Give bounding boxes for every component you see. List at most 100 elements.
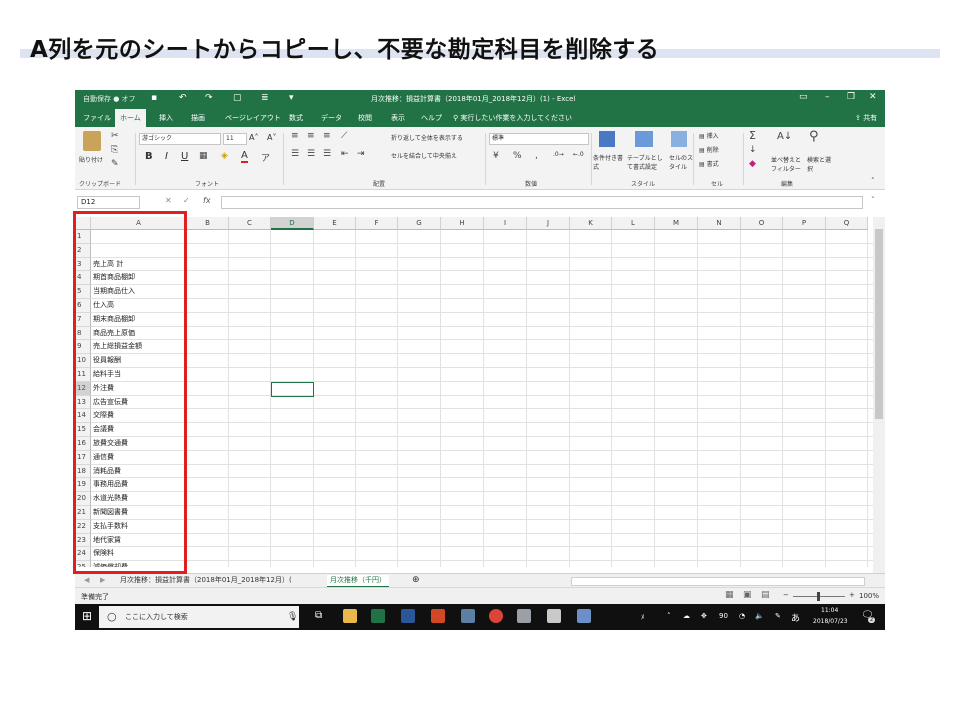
underline-icon[interactable]: U: [181, 151, 188, 162]
cut-icon[interactable]: ✂: [111, 131, 119, 141]
people-icon[interactable]: ﾒ: [641, 612, 645, 622]
sort-filter-icon[interactable]: A↓: [777, 131, 792, 142]
tray-expand-icon[interactable]: ˄: [667, 612, 671, 620]
align-top-icon[interactable]: ≡: [291, 131, 299, 141]
zoom-in-icon[interactable]: +: [849, 591, 855, 599]
tell-me-search[interactable]: ⚲ 実行したい作業を入力してください: [453, 113, 572, 123]
autosave-toggle[interactable]: 自動保存 ● オフ: [83, 94, 136, 104]
normal-view-icon[interactable]: ▦: [725, 590, 734, 600]
align-right-icon[interactable]: ☰: [323, 149, 331, 159]
phonetic-icon[interactable]: ア: [261, 151, 270, 164]
column-header-b[interactable]: B: [187, 217, 229, 230]
italic-icon[interactable]: I: [165, 151, 168, 162]
horizontal-scrollbar[interactable]: [571, 577, 865, 586]
decrease-font-icon[interactable]: A˅: [267, 133, 276, 142]
volume-icon[interactable]: 🔈: [755, 612, 764, 620]
tab-review[interactable]: 校閲: [358, 113, 372, 123]
column-header-n[interactable]: N: [698, 217, 741, 230]
tab-draw[interactable]: 描画: [191, 113, 205, 123]
network-icon[interactable]: ◔: [739, 612, 745, 620]
align-left-icon[interactable]: ☰: [291, 149, 299, 159]
column-header-c[interactable]: C: [229, 217, 271, 230]
pen-icon[interactable]: ✎: [775, 612, 781, 620]
active-cell-d12[interactable]: [271, 381, 314, 397]
column-header-k[interactable]: K: [570, 217, 612, 230]
format-cells-button[interactable]: ▤ 書式: [699, 159, 719, 168]
format-painter-icon[interactable]: ✎: [111, 159, 119, 169]
taskbar-search[interactable]: ○ ここに入力して検索 🎙: [99, 606, 299, 628]
notepad-taskbar-icon[interactable]: [547, 609, 561, 623]
font-name-select[interactable]: 游ゴシック: [139, 133, 221, 145]
column-header-d[interactable]: D: [271, 217, 314, 230]
column-header-j[interactable]: J: [527, 217, 570, 230]
insert-cells-button[interactable]: ▤ 挿入: [699, 131, 719, 140]
border-icon[interactable]: ▦: [199, 151, 208, 161]
align-center-icon[interactable]: ☰: [307, 149, 315, 159]
comma-icon[interactable]: ,: [535, 151, 538, 161]
delete-cells-button[interactable]: ▤ 削除: [699, 145, 719, 154]
conditional-format-icon[interactable]: [599, 131, 615, 147]
tab-view[interactable]: 表示: [391, 113, 405, 123]
windows-start-icon[interactable]: ⊞: [82, 609, 92, 623]
cell-styles-icon[interactable]: [671, 131, 687, 147]
paint-taskbar-icon[interactable]: [517, 609, 531, 623]
currency-icon[interactable]: ¥: [493, 151, 499, 161]
task-view-icon[interactable]: ⧉: [315, 610, 322, 621]
column-header-o[interactable]: O: [741, 217, 783, 230]
column-header-p[interactable]: P: [783, 217, 826, 230]
column-header-m[interactable]: M: [655, 217, 698, 230]
tab-page-layout[interactable]: ページレイアウト: [225, 113, 281, 123]
restore-icon[interactable]: ❐: [847, 92, 855, 102]
app-taskbar-icon[interactable]: [461, 609, 475, 623]
decrease-decimal-icon[interactable]: ←.0: [573, 151, 584, 158]
save-icon[interactable]: ▪: [151, 93, 157, 103]
bold-icon[interactable]: B: [145, 151, 153, 162]
redo-icon[interactable]: ↷: [205, 93, 213, 103]
page-break-view-icon[interactable]: ▤: [761, 590, 770, 600]
page-layout-view-icon[interactable]: ▣: [743, 590, 752, 600]
tab-insert[interactable]: 挿入: [159, 113, 173, 123]
ribbon-display-icon[interactable]: ▭: [799, 92, 808, 102]
print-preview-icon[interactable]: ▢: [233, 93, 242, 103]
snipping-taskbar-icon[interactable]: [577, 609, 591, 623]
number-format-select[interactable]: 標準: [489, 133, 589, 145]
find-select-button[interactable]: 検索と選択: [807, 155, 831, 173]
zoom-slider-handle[interactable]: [817, 592, 820, 601]
column-header-i[interactable]: I: [484, 217, 527, 230]
collapse-ribbon-icon[interactable]: ˄: [871, 177, 875, 185]
form-icon[interactable]: ≣: [261, 93, 269, 103]
indent-increase-icon[interactable]: ⇥: [357, 149, 365, 159]
prev-sheet-icon[interactable]: ◀: [81, 575, 92, 586]
merge-center-button[interactable]: セルを結合して中央揃え: [391, 151, 457, 160]
align-bottom-icon[interactable]: ≡: [323, 131, 331, 141]
file-explorer-icon[interactable]: [343, 609, 357, 623]
powerpoint-taskbar-icon[interactable]: [431, 609, 445, 623]
column-header-f[interactable]: F: [356, 217, 398, 230]
font-size-select[interactable]: 11: [223, 133, 247, 145]
copy-icon[interactable]: ⎘: [111, 145, 118, 155]
autosum-icon[interactable]: Σ: [749, 129, 756, 142]
sort-filter-button[interactable]: 並べ替えとフィルター: [771, 155, 805, 173]
conditional-format-button[interactable]: 条件付き書式: [593, 153, 627, 171]
microphone-icon[interactable]: 🎙: [287, 606, 298, 628]
clear-icon[interactable]: ◆: [749, 159, 756, 169]
chrome-taskbar-icon[interactable]: [489, 609, 503, 623]
align-middle-icon[interactable]: ≡: [307, 131, 315, 141]
font-color-icon[interactable]: A: [241, 150, 248, 163]
zoom-level[interactable]: 100%: [859, 592, 879, 600]
formula-input[interactable]: [221, 196, 863, 209]
share-button[interactable]: ⇪ 共有: [855, 113, 877, 123]
column-header-g[interactable]: G: [398, 217, 441, 230]
tray-app-icon[interactable]: ☁: [683, 612, 690, 620]
column-header-q[interactable]: Q: [826, 217, 868, 230]
minimize-icon[interactable]: –: [825, 92, 830, 102]
format-table-button[interactable]: テーブルとして書式設定: [627, 153, 667, 171]
next-sheet-icon[interactable]: ▶: [97, 575, 108, 586]
zoom-out-icon[interactable]: −: [783, 591, 789, 599]
clock-time[interactable]: 11:04: [821, 607, 838, 614]
format-table-icon[interactable]: [635, 131, 653, 147]
insert-function-icon[interactable]: fx: [203, 196, 211, 205]
increase-decimal-icon[interactable]: .0→: [553, 151, 564, 158]
tray-app2-icon[interactable]: 90: [719, 612, 728, 620]
add-sheet-icon[interactable]: ⊕: [409, 575, 423, 586]
